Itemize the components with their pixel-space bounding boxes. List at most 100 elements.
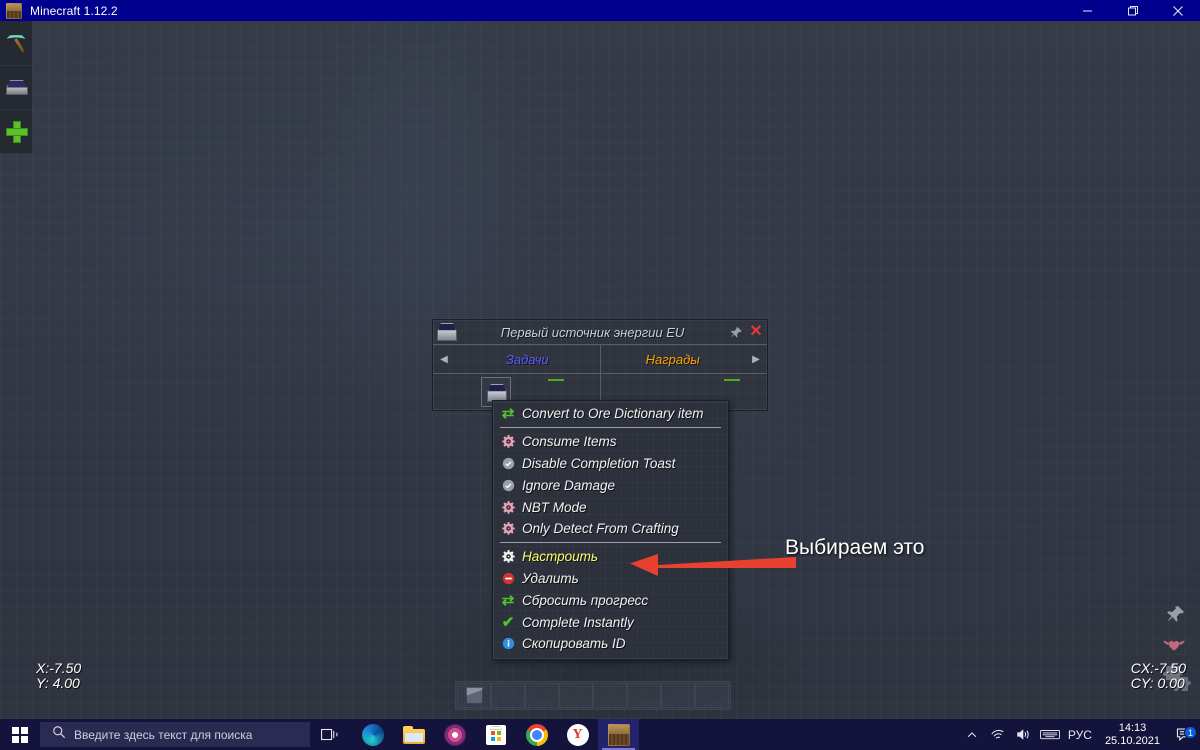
menu-item-disable-completion-toast[interactable]: Disable Completion Toast [493,453,728,475]
menu-item-convert-ore-dictionary[interactable]: ⇄ Convert to Ore Dictionary item [493,403,728,425]
hotbar-slot[interactable] [695,683,729,708]
notification-button[interactable]: 1 [1168,726,1200,742]
machine-block-icon [486,383,507,402]
quest-pin-button[interactable] [727,326,745,339]
hotbar-slot[interactable] [593,683,627,708]
menu-item-only-detect-from-crafting[interactable]: Only Detect From Crafting [493,518,728,540]
taskbar-app-media-player[interactable] [434,719,475,750]
taskbar-app-file-explorer[interactable] [393,719,434,750]
menu-item-nbt-mode[interactable]: NBT Mode [493,496,728,518]
heart-overlay-icon [1162,636,1186,657]
tab-prev-arrow[interactable]: ◀ [433,345,455,373]
hotbar-slot[interactable] [491,683,525,708]
windows-logo-icon [12,726,28,743]
pin-overlay-icon[interactable] [1166,604,1186,629]
block-tool[interactable] [0,65,33,109]
annotation-text: Выбираем это [785,536,925,559]
reward-progress-dash [723,379,740,381]
check-circle-icon [500,477,516,493]
volume-icon[interactable] [1011,719,1037,750]
keyboard-icon[interactable] [1037,719,1063,750]
hotbar-slot[interactable] [457,683,491,708]
taskbar-app-chrome[interactable] [516,719,557,750]
coord-cx: CX:-7.50 [1130,660,1186,676]
player-coordinates: X:-7.50 Y: 4.00 [36,661,81,691]
tab-tasks[interactable]: Задачи [455,345,600,373]
coord-x: X:-7.50 [36,660,82,676]
menu-item-configure[interactable]: Настроить [493,546,728,568]
menu-item-delete[interactable]: Удалить [493,568,728,590]
start-button[interactable] [0,719,40,750]
search-input[interactable]: Введите здесь текст для поиска [40,722,310,747]
deny-circle-icon [500,570,516,586]
minecraft-block-icon [607,723,630,746]
window-title: Minecraft 1.12.2 [30,3,118,18]
search-icon [52,725,66,744]
menu-item-complete-instantly[interactable]: ✔ Complete Instantly [493,611,728,633]
tab-next-arrow[interactable]: ▶ [745,345,767,373]
system-tray: РУС 14:13 25.10.2021 1 [959,719,1200,750]
quest-close-button[interactable]: ✕ [745,324,767,340]
windows-taskbar: Введите здесь текст для поиска Y РУС 14:… [0,719,1200,750]
clock[interactable]: 14:13 25.10.2021 [1097,719,1168,750]
minimize-button[interactable] [1065,0,1110,21]
clock-time: 14:13 [1118,721,1147,734]
store-icon [485,724,506,745]
wifi-icon[interactable] [985,719,1011,750]
checkmark-icon: ✔ [501,613,515,631]
player-hotbar[interactable] [455,681,731,710]
menu-item-copy-id[interactable]: Скопировать ID [493,633,728,655]
pickaxe-tool[interactable] [0,21,33,65]
coord-cy: CY: 0.00 [1130,675,1185,691]
plus-icon [5,120,28,143]
search-placeholder: Введите здесь текст для поиска [74,727,253,742]
gear-icon [500,549,516,565]
taskbar-app-edge[interactable] [352,719,393,750]
taskbar-app-yandex[interactable] [557,719,598,750]
hotbar-slot[interactable] [627,683,661,708]
close-button[interactable] [1155,0,1200,21]
window-titlebar: Minecraft 1.12.2 [0,0,1200,21]
game-viewport[interactable]: X:-7.50 Y: 4.00 CX:-7.50 CY: 0.00 Первый… [0,21,1200,719]
language-indicator[interactable]: РУС [1063,719,1097,750]
hotbar-slot[interactable] [661,683,695,708]
enchant-block-icon [5,79,28,96]
add-tool[interactable] [0,109,33,153]
quest-tabs: ◀ Задачи Награды ▶ [433,345,767,373]
hotbar-item-icon [465,687,483,704]
task-progress-dash [548,379,564,381]
menu-item-reset-progress[interactable]: ⇄ Сбросить прогресс [493,589,728,611]
restore-button[interactable] [1110,0,1155,21]
menu-item-ignore-damage[interactable]: Ignore Damage [493,474,728,496]
hotbar-slot[interactable] [559,683,593,708]
edge-icon [361,723,384,746]
gear-icon [500,434,516,450]
quest-editor-toolbar [0,21,33,153]
tab-rewards[interactable]: Награды [601,345,746,373]
taskbar-app-minecraft[interactable] [598,719,639,750]
hotbar-slot[interactable] [525,683,559,708]
menu-item-consume-items[interactable]: Consume Items [493,431,728,453]
taskbar-app-microsoft-store[interactable] [475,719,516,750]
quest-context-menu[interactable]: ⇄ Convert to Ore Dictionary item Consume… [492,400,729,660]
gear-icon [500,521,516,537]
pickaxe-icon [6,32,28,54]
coord-y: Y: 4.00 [36,675,80,691]
chevron-up-icon[interactable] [959,719,985,750]
media-player-icon [443,723,466,746]
recycle-arrows-icon: ⇄ [501,591,515,609]
notification-badge: 1 [1184,726,1197,739]
gear-icon [500,499,516,515]
folder-icon [402,725,425,744]
quest-title: Первый источник энергии EU [500,324,685,340]
check-circle-icon [500,455,516,471]
machine-block-icon [436,322,458,342]
recycle-arrows-icon: ⇄ [501,405,515,423]
quest-dialog[interactable]: Первый источник энергии EU ✕ ◀ Задачи На… [432,319,768,411]
chunk-coordinates: CX:-7.50 CY: 0.00 [1131,661,1186,691]
yandex-icon [566,723,589,746]
chrome-icon [525,723,548,746]
minecraft-block-icon [6,2,22,19]
task-view-button[interactable] [310,719,352,750]
taskbar-apps [352,719,639,750]
